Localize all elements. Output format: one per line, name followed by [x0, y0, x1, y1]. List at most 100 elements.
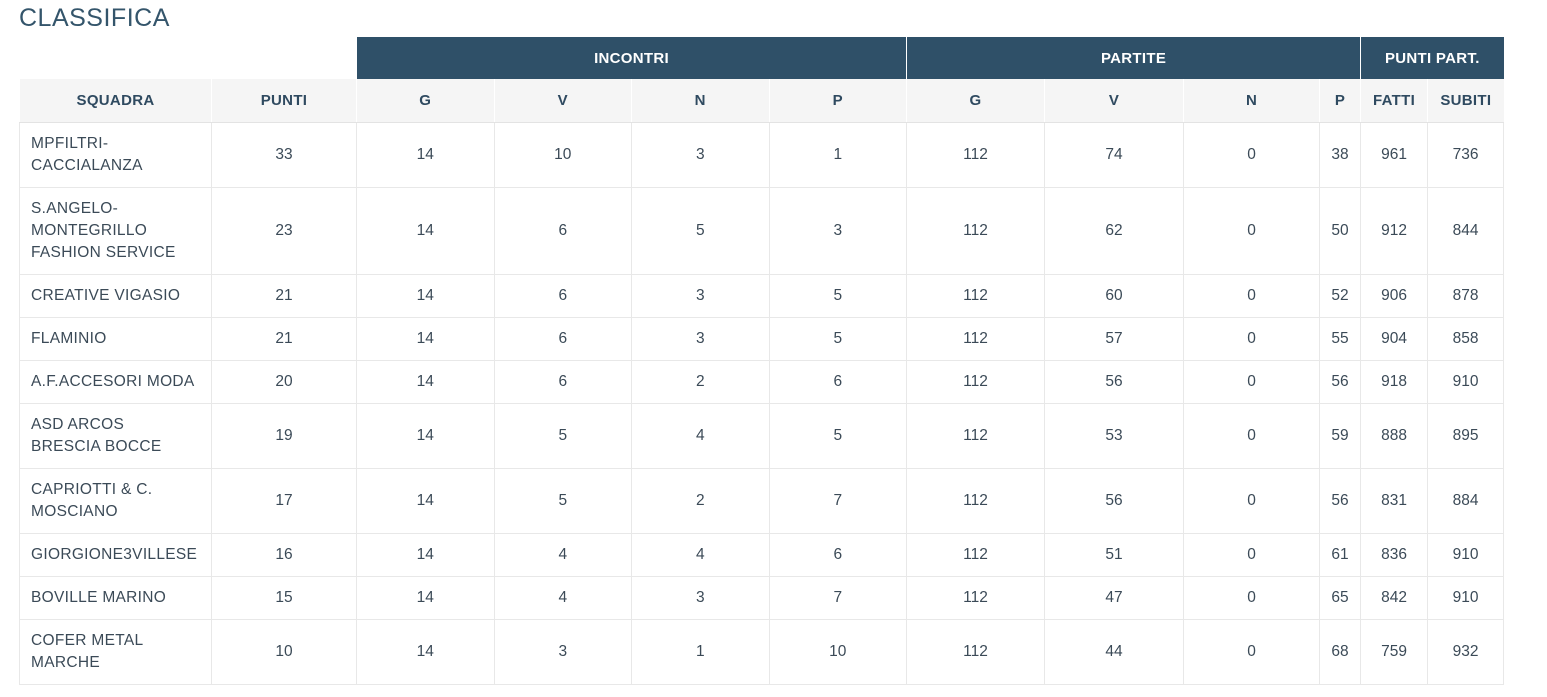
cell-partite-v: 44 — [1044, 619, 1185, 685]
cell-incontri-v: 6 — [494, 360, 632, 404]
cell-incontri-p: 5 — [769, 403, 908, 469]
col-header-incontri-n: N — [631, 79, 769, 123]
cell-partite-n: 0 — [1183, 403, 1321, 469]
group-header-incontri: INCONTRI — [355, 37, 907, 79]
cell-partite-g: 112 — [906, 533, 1046, 577]
table-row: CAPRIOTTI & C. MOSCIANO 17 14 5 2 7 112 56 0 56 83… — [19, 468, 1505, 534]
cell-partite-g: 112 — [906, 468, 1046, 534]
cell-punti-fatti: 759 — [1360, 619, 1429, 685]
cell-incontri-v: 4 — [494, 533, 632, 577]
group-header-partite: PARTITE — [906, 37, 1361, 79]
cell-partite-g: 112 — [906, 576, 1046, 620]
cell-partite-v: 47 — [1044, 576, 1185, 620]
page-title: CLASSIFICA — [19, 4, 170, 32]
cell-partite-p: 38 — [1319, 122, 1362, 188]
table-row: ASD ARCOS BRESCIA BOCCE 19 14 5 4 5 112 53 0 59 88… — [19, 403, 1505, 469]
cell-punti: 21 — [211, 317, 357, 361]
cell-punti-fatti: 912 — [1360, 187, 1429, 275]
cell-incontri-p: 7 — [769, 468, 908, 534]
cell-incontri-v: 5 — [494, 468, 632, 534]
cell-incontri-n: 2 — [631, 360, 770, 404]
cell-incontri-v: 10 — [494, 122, 632, 188]
standings-table: INCONTRI PARTITE PUNTI PART. SQUADRA PUN… — [19, 37, 1505, 685]
cell-punti: 20 — [211, 360, 357, 404]
cell-punti-subiti: 932 — [1427, 619, 1505, 685]
cell-incontri-n: 5 — [631, 187, 770, 275]
group-header-blank — [19, 37, 357, 79]
cell-incontri-g: 14 — [356, 468, 495, 534]
cell-partite-p: 52 — [1319, 274, 1362, 318]
cell-partite-n: 0 — [1183, 468, 1321, 534]
cell-incontri-p: 7 — [769, 576, 908, 620]
cell-team-name: MPFILTRI- CACCIALANZA — [19, 122, 212, 188]
cell-partite-n: 0 — [1183, 576, 1321, 620]
cell-incontri-v: 6 — [494, 187, 632, 275]
col-header-incontri-p: P — [768, 79, 907, 123]
cell-partite-p: 50 — [1319, 187, 1362, 275]
cell-team-name: CAPRIOTTI & C. MOSCIANO — [19, 468, 212, 534]
cell-incontri-n: 3 — [631, 576, 770, 620]
cell-punti-subiti: 858 — [1427, 317, 1505, 361]
cell-incontri-g: 14 — [356, 533, 495, 577]
cell-punti-subiti: 736 — [1427, 122, 1505, 188]
cell-partite-v: 62 — [1044, 187, 1185, 275]
cell-punti-subiti: 910 — [1427, 360, 1505, 404]
cell-incontri-v: 3 — [494, 619, 632, 685]
cell-partite-n: 0 — [1183, 274, 1321, 318]
table-row: FLAMINIO 21 14 6 3 5 112 57 0 55 904 858 — [19, 317, 1505, 361]
cell-partite-p: 56 — [1319, 360, 1362, 404]
cell-team-name: S.ANGELO- MONTEGRILLO FASHION SERVICE — [19, 187, 212, 275]
group-header-row: INCONTRI PARTITE PUNTI PART. — [19, 37, 1504, 79]
cell-incontri-g: 14 — [356, 360, 495, 404]
cell-punti: 23 — [211, 187, 357, 275]
col-header-partite-g: G — [906, 79, 1045, 123]
cell-incontri-p: 6 — [769, 533, 908, 577]
cell-punti-fatti: 961 — [1360, 122, 1429, 188]
col-header-squadra: SQUADRA — [19, 79, 212, 123]
cell-punti-fatti: 842 — [1360, 576, 1429, 620]
col-header-partite-v: V — [1044, 79, 1184, 123]
cell-partite-v: 56 — [1044, 360, 1185, 404]
cell-incontri-n: 1 — [631, 619, 770, 685]
cell-partite-p: 59 — [1319, 403, 1362, 469]
cell-punti-subiti: 910 — [1427, 533, 1505, 577]
col-header-partite-p: P — [1319, 79, 1361, 123]
cell-incontri-n: 3 — [631, 122, 770, 188]
cell-team-name: BOVILLE MARINO — [19, 576, 212, 620]
cell-punti-fatti: 831 — [1360, 468, 1429, 534]
cell-incontri-p: 6 — [769, 360, 908, 404]
col-header-subiti: SUBITI — [1427, 79, 1504, 123]
cell-incontri-n: 4 — [631, 403, 770, 469]
col-header-fatti: FATTI — [1360, 79, 1428, 123]
cell-punti: 33 — [211, 122, 357, 188]
cell-partite-n: 0 — [1183, 317, 1321, 361]
table-row: A.F.ACCESORI MODA 20 14 6 2 6 112 56 0 56 918 910 — [19, 360, 1505, 404]
cell-incontri-n: 4 — [631, 533, 770, 577]
cell-partite-n: 0 — [1183, 533, 1321, 577]
cell-incontri-n: 3 — [631, 274, 770, 318]
cell-incontri-n: 2 — [631, 468, 770, 534]
cell-incontri-v: 6 — [494, 274, 632, 318]
cell-punti-subiti: 895 — [1427, 403, 1505, 469]
cell-incontri-n: 3 — [631, 317, 770, 361]
group-header-punti-part: PUNTI PART. — [1360, 37, 1504, 79]
table-row: GIORGIONE3VILLESE 16 14 4 4 6 112 51 0 61 836 910 — [19, 533, 1505, 577]
cell-team-name: COFER METAL MARCHE — [19, 619, 212, 685]
cell-incontri-g: 14 — [356, 187, 495, 275]
table-row: S.ANGELO- MONTEGRILLO FASHION SERVICE 23 1… — [19, 187, 1505, 275]
cell-incontri-p: 5 — [769, 317, 908, 361]
cell-partite-v: 51 — [1044, 533, 1185, 577]
cell-punti-subiti: 910 — [1427, 576, 1505, 620]
cell-punti: 16 — [211, 533, 357, 577]
table-row: BOVILLE MARINO 15 14 4 3 7 112 47 0 65 842 910 — [19, 576, 1505, 620]
cell-partite-n: 0 — [1183, 619, 1321, 685]
cell-team-name: ASD ARCOS BRESCIA BOCCE — [19, 403, 212, 469]
col-header-punti: PUNTI — [211, 79, 357, 123]
cell-punti: 15 — [211, 576, 357, 620]
cell-incontri-g: 14 — [356, 317, 495, 361]
cell-partite-p: 68 — [1319, 619, 1362, 685]
cell-punti-subiti: 844 — [1427, 187, 1505, 275]
cell-punti-fatti: 888 — [1360, 403, 1429, 469]
standings-body: MPFILTRI- CACCIALANZA 33 14 10 3 1 112 74 0 38 961… — [19, 122, 1505, 685]
cell-partite-v: 57 — [1044, 317, 1185, 361]
